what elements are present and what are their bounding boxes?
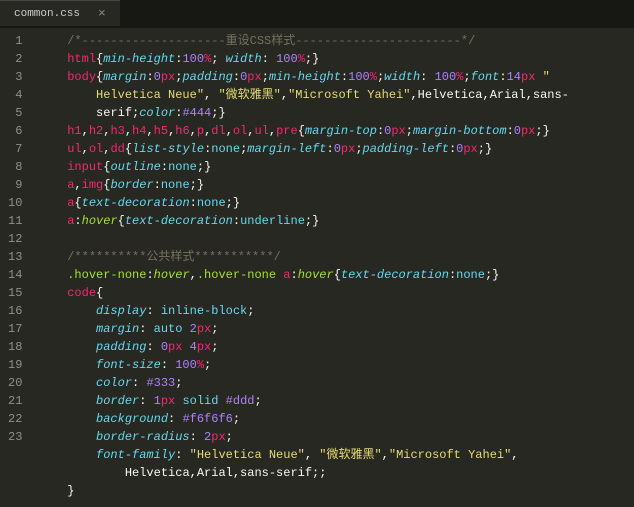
code-line: a{text-decoration:none;}	[34, 194, 634, 212]
code-line: display: inline-block;	[34, 302, 634, 320]
code-line: border-radius: 2px;	[34, 428, 634, 446]
code-line: border: 1px solid #ddd;	[34, 392, 634, 410]
line-number: 19	[8, 356, 22, 374]
line-number: 23	[8, 428, 22, 446]
tab-common-css[interactable]: common.css ×	[0, 0, 120, 26]
line-number: 7	[8, 140, 22, 158]
code-line: background: #f6f6f6;	[34, 410, 634, 428]
line-number: 17	[8, 320, 22, 338]
code-line: padding: 0px 4px;	[34, 338, 634, 356]
line-number: 4	[8, 86, 22, 104]
line-number: 8	[8, 158, 22, 176]
code-line: /**********公共样式***********/	[34, 248, 634, 266]
code-line: /*--------------------重设CSS样式-----------…	[34, 32, 634, 50]
code-line: Helvetica Neue", "微软雅黑","Microsoft Yahei…	[34, 86, 634, 104]
line-number: 18	[8, 338, 22, 356]
line-number-gutter: 1234567891011121314151617181920212223	[0, 28, 34, 507]
tab-bar: common.css ×	[0, 0, 634, 28]
line-number: 12	[8, 230, 22, 248]
line-number: 15	[8, 284, 22, 302]
code-line: a,img{border:none;}	[34, 176, 634, 194]
line-number: 9	[8, 176, 22, 194]
code-line: margin: auto 2px;	[34, 320, 634, 338]
code-line: }	[34, 482, 634, 500]
editor-root: common.css × 123456789101112131415161718…	[0, 0, 634, 507]
line-number: 2	[8, 50, 22, 68]
line-number: 21	[8, 392, 22, 410]
line-number: 22	[8, 410, 22, 428]
line-number: 13	[8, 248, 22, 266]
code-line: Helvetica,Arial,sans-serif;;	[34, 464, 634, 482]
code-line: ul,ol,dd{list-style:none;margin-left:0px…	[34, 140, 634, 158]
line-number: 10	[8, 194, 22, 212]
tab-filename: common.css	[14, 8, 80, 20]
line-number: 1	[8, 32, 22, 50]
code-line: font-family: "Helvetica Neue", "微软雅黑","M…	[34, 446, 634, 464]
code-line: a:hover{text-decoration:underline;}	[34, 212, 634, 230]
line-number: 14	[8, 266, 22, 284]
code-line: input{outline:none;}	[34, 158, 634, 176]
code-line: code{	[34, 284, 634, 302]
line-number: 3	[8, 68, 22, 86]
code-line	[34, 230, 634, 248]
code-area: 1234567891011121314151617181920212223 /*…	[0, 28, 634, 507]
code-content[interactable]: /*--------------------重设CSS样式-----------…	[34, 28, 634, 507]
code-line: body{margin:0px;padding:0px;min-height:1…	[34, 68, 634, 86]
code-line: font-size: 100%;	[34, 356, 634, 374]
code-line: color: #333;	[34, 374, 634, 392]
line-number: 5	[8, 104, 22, 122]
line-number: 16	[8, 302, 22, 320]
line-number: 20	[8, 374, 22, 392]
code-line: h1,h2,h3,h4,h5,h6,p,dl,ol,ul,pre{margin-…	[34, 122, 634, 140]
close-icon[interactable]: ×	[98, 7, 106, 20]
line-number: 6	[8, 122, 22, 140]
line-number: 11	[8, 212, 22, 230]
code-line: serif;color:#444;}	[34, 104, 634, 122]
code-line: html{min-height:100%; width: 100%;}	[34, 50, 634, 68]
code-line: .hover-none:hover,.hover-none a:hover{te…	[34, 266, 634, 284]
